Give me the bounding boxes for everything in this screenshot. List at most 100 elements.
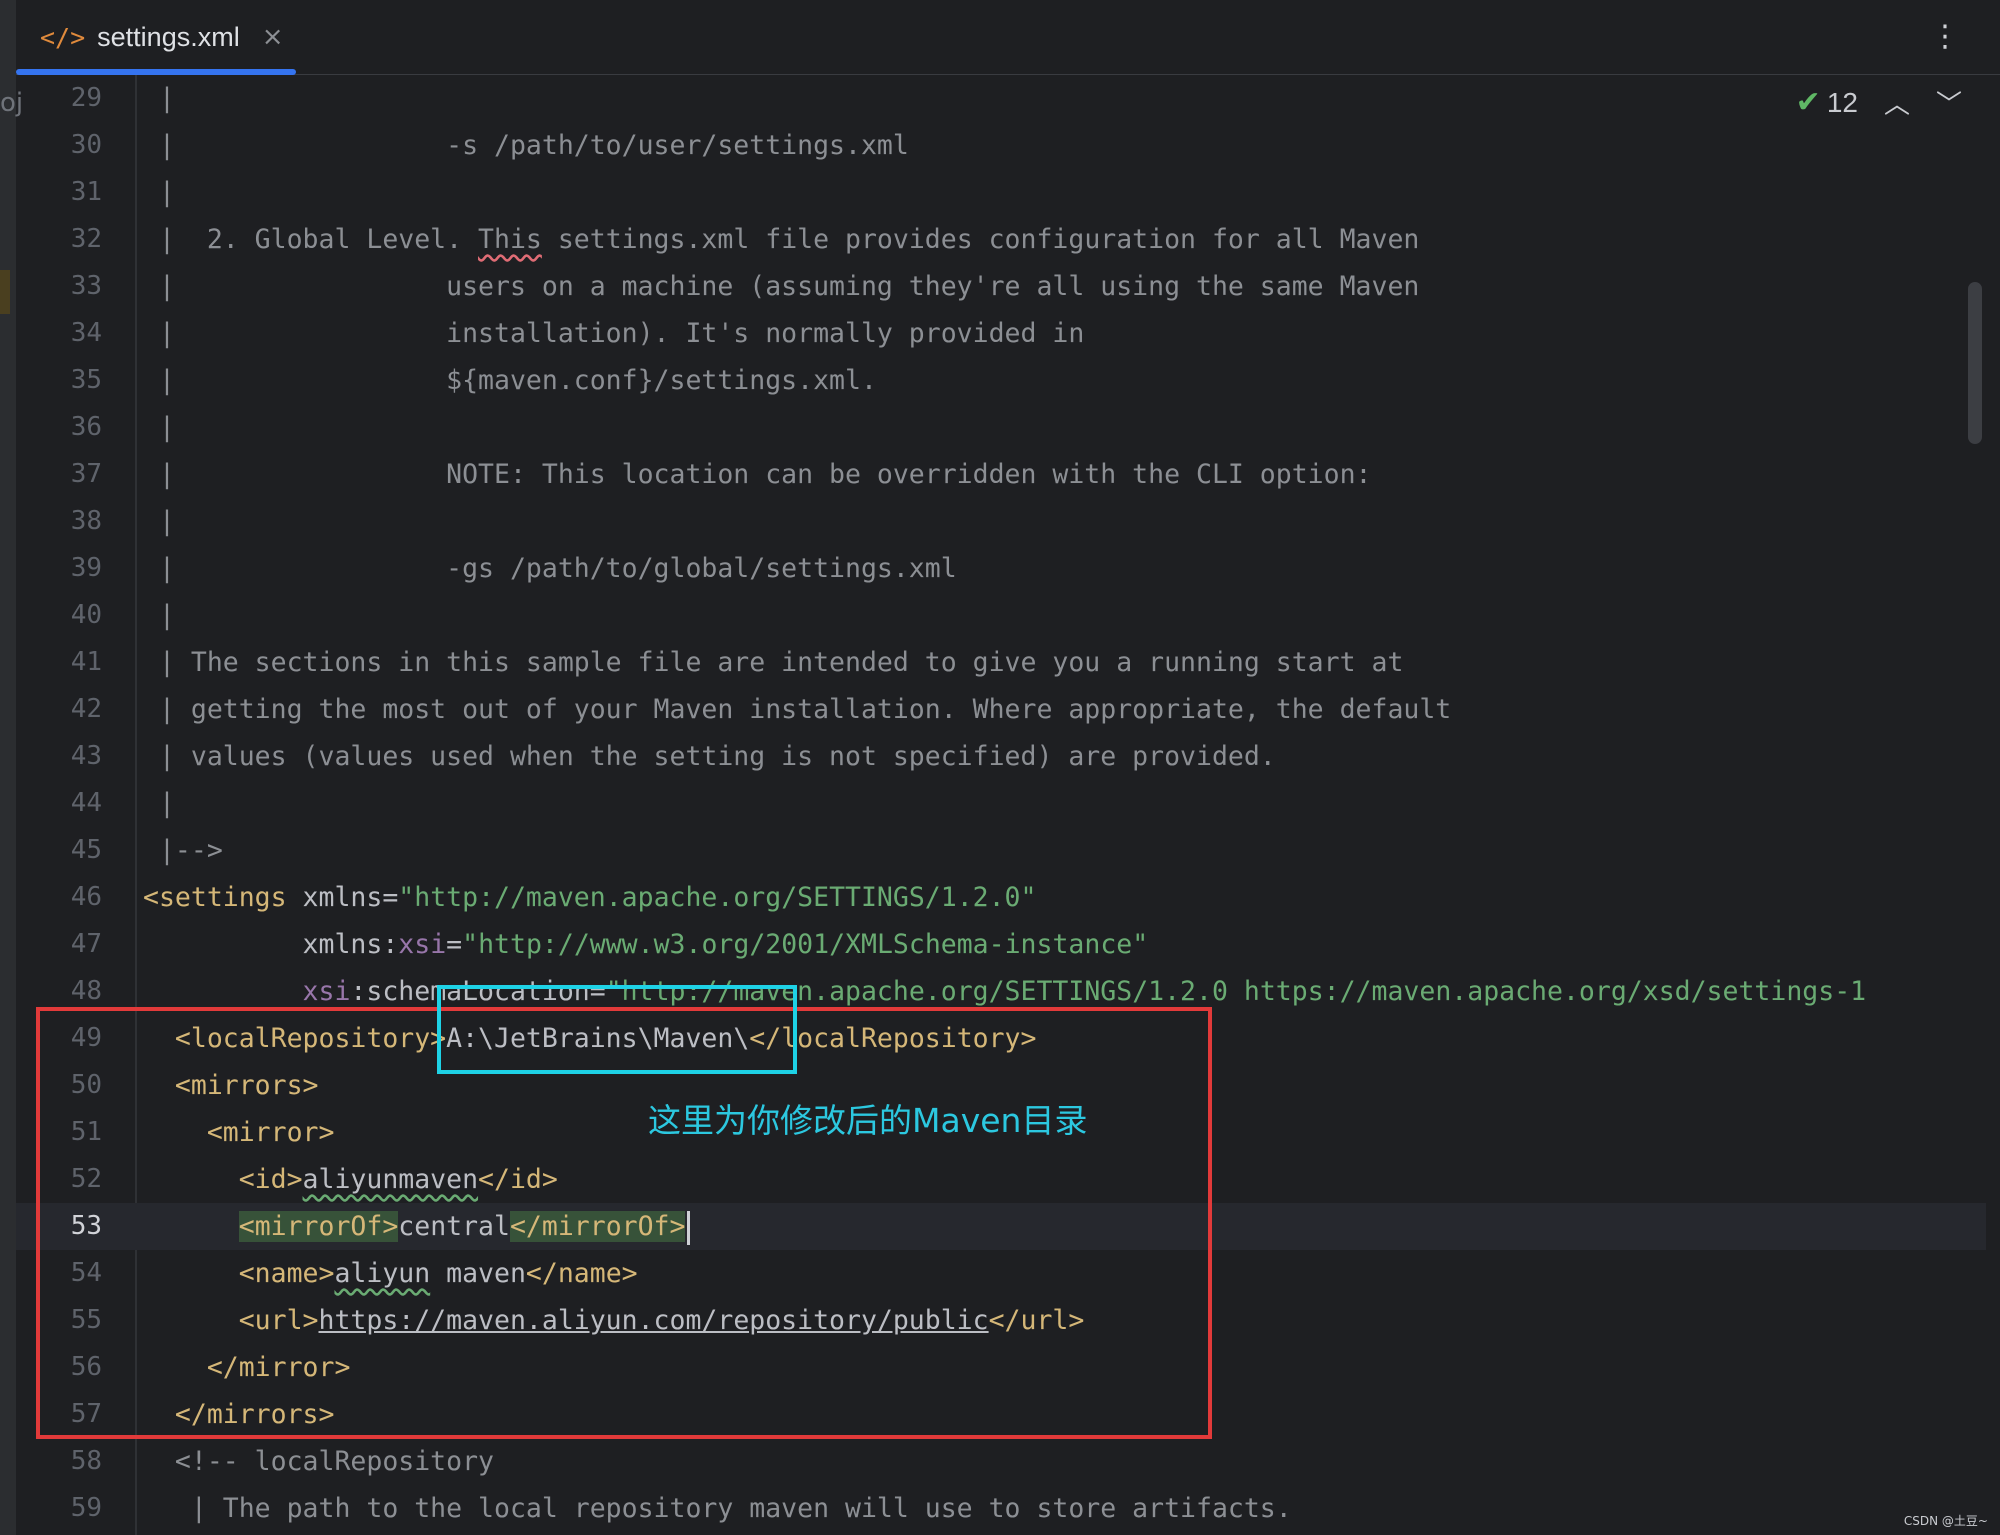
line-number: 34 (70, 318, 102, 348)
code-token: | (143, 600, 175, 631)
code-line[interactable]: 37 | NOTE: This location can be overridd… (16, 451, 1986, 498)
line-code: |--> (143, 827, 223, 874)
watermark: CSDN @土豆~ (1903, 1514, 1988, 1528)
line-code: <!-- localRepository (143, 1438, 494, 1485)
line-number: 42 (70, 694, 102, 724)
line-code: | users on a machine (assuming they're a… (143, 263, 1419, 310)
line-code: xmlns:xsi="http://www.w3.org/2001/XMLSch… (143, 921, 1149, 968)
highlight-box-cyan (437, 985, 797, 1074)
code-line[interactable]: 30 | -s /path/to/user/settings.xml (16, 122, 1986, 169)
editor-tab-bar: </> settings.xml × ⋮ (16, 0, 2000, 75)
code-line[interactable]: 45 |--> (16, 827, 1986, 874)
code-token: | -gs /path/to/global/settings.xml (143, 553, 957, 584)
code-line[interactable]: 47 xmlns:xsi="http://www.w3.org/2001/XML… (16, 921, 1986, 968)
line-number: 41 (70, 647, 102, 677)
inspection-count: 12 (1826, 86, 1858, 118)
code-token: | (143, 506, 175, 537)
code-token: "http://www.w3.org/2001/XMLSchema-instan… (462, 929, 1149, 960)
line-number: 33 (70, 271, 102, 301)
check-icon: ✔ (1795, 86, 1821, 119)
code-token: = (446, 929, 463, 960)
code-line[interactable]: 58 <!-- localRepository (16, 1438, 1986, 1485)
code-line[interactable]: 38 | (16, 498, 1986, 545)
code-line[interactable]: 46 <settings xmlns="http://maven.apache.o… (16, 874, 1986, 921)
line-code: | getting the most out of your Maven ins… (143, 686, 1451, 733)
line-number: 40 (70, 600, 102, 630)
line-number: 46 (70, 882, 102, 912)
line-code: | The path to the local repository maven… (143, 1485, 1292, 1532)
code-token: | (143, 83, 175, 114)
line-number: 43 (70, 741, 102, 771)
line-code: | -gs /path/to/global/settings.xml (143, 545, 957, 592)
code-line[interactable]: 41 | The sections in this sample file ar… (16, 639, 1986, 686)
line-code: <settings xmlns="http://maven.apache.org… (143, 874, 1036, 921)
line-number: 32 (70, 224, 102, 254)
chevron-up-icon[interactable]: ︿ (1884, 84, 1910, 121)
code-token: xsi (302, 976, 351, 1007)
code-token: | values (values used when the setting i… (143, 741, 1276, 772)
line-number: 59 (70, 1493, 102, 1523)
code-line[interactable]: 34 | installation). It's normally provid… (16, 310, 1986, 357)
line-code: | -s /path/to/user/settings.xml (143, 122, 909, 169)
code-token: |--> (143, 835, 223, 866)
code-token: | (143, 788, 175, 819)
code-token: xmlns (143, 929, 383, 960)
line-number: 36 (70, 412, 102, 442)
line-code: | The sections in this sample file are i… (143, 639, 1403, 686)
code-line[interactable]: 43 | values (values used when the settin… (16, 733, 1986, 780)
code-token: | installation). It's normally provided … (143, 318, 1085, 349)
code-token: | (143, 412, 175, 443)
chevron-down-icon[interactable]: ﹀ (1936, 84, 1962, 121)
inspection-widget[interactable]: ✔ 12 ︿ ﹀ (1796, 84, 1962, 121)
line-code: | ${maven.conf}/settings.xml. (143, 357, 877, 404)
tab-settings-xml[interactable]: </> settings.xml × (16, 0, 296, 75)
line-number: 39 (70, 553, 102, 583)
code-line[interactable]: 29 | (16, 75, 1986, 122)
code-line[interactable]: 42 | getting the most out of your Maven … (16, 686, 1986, 733)
code-token: | -s /path/to/user/settings.xml (143, 130, 909, 161)
code-token: : (382, 929, 399, 960)
code-token: <settings (143, 882, 287, 913)
code-token: <!-- localRepository (143, 1446, 494, 1477)
code-line[interactable]: 39 | -gs /path/to/global/settings.xml (16, 545, 1986, 592)
code-token: "http://maven.apache.org/SETTINGS/1.2.0" (398, 882, 1037, 913)
line-number: 31 (70, 177, 102, 207)
line-number: 37 (70, 459, 102, 489)
more-options-icon[interactable]: ⋮ (1930, 22, 1960, 52)
code-token: = (382, 882, 399, 913)
line-number: 58 (70, 1446, 102, 1476)
line-code: | installation). It's normally provided … (143, 310, 1084, 357)
code-line[interactable]: 32 | 2. Global Level. This settings.xml … (16, 216, 1986, 263)
xml-file-icon: </> (40, 22, 86, 52)
line-number: 47 (70, 929, 102, 959)
line-number: 30 (70, 130, 102, 160)
vertical-scrollbar[interactable] (1968, 282, 1982, 444)
code-token: xmlns (286, 882, 383, 913)
line-code: | 2. Global Level. This settings.xml fil… (143, 216, 1419, 263)
code-token: settings.xml file provides configuration… (541, 224, 1420, 255)
code-line[interactable]: 33 | users on a machine (assuming they'r… (16, 263, 1986, 310)
code-token: | The path to the local repository maven… (143, 1493, 1292, 1524)
code-line[interactable]: 35 | ${maven.conf}/settings.xml. (16, 357, 1986, 404)
project-panel-edge: oj (0, 0, 23, 1535)
code-line[interactable]: 36 | (16, 404, 1986, 451)
line-number: 45 (70, 835, 102, 865)
tab-label: settings.xml (97, 21, 240, 52)
line-number: 29 (70, 83, 102, 113)
code-line[interactable]: 59 | The path to the local repository ma… (16, 1485, 1986, 1532)
code-token: This (478, 224, 542, 255)
code-token: | The sections in this sample file are i… (143, 647, 1404, 678)
code-line[interactable]: 40 | (16, 592, 1986, 639)
code-token: | getting the most out of your Maven ins… (143, 694, 1452, 725)
code-line[interactable]: 31 | (16, 169, 1986, 216)
code-line[interactable]: 44 | (16, 780, 1986, 827)
line-number: 44 (70, 788, 102, 818)
panel-marker (0, 270, 10, 314)
line-code: | NOTE: This location can be overridden … (143, 451, 1372, 498)
line-code: | (143, 404, 175, 451)
close-tab-icon[interactable]: × (262, 22, 284, 52)
code-token: | 2. Global Level. (143, 224, 479, 255)
line-number: 38 (70, 506, 102, 536)
line-code: | (143, 780, 175, 827)
